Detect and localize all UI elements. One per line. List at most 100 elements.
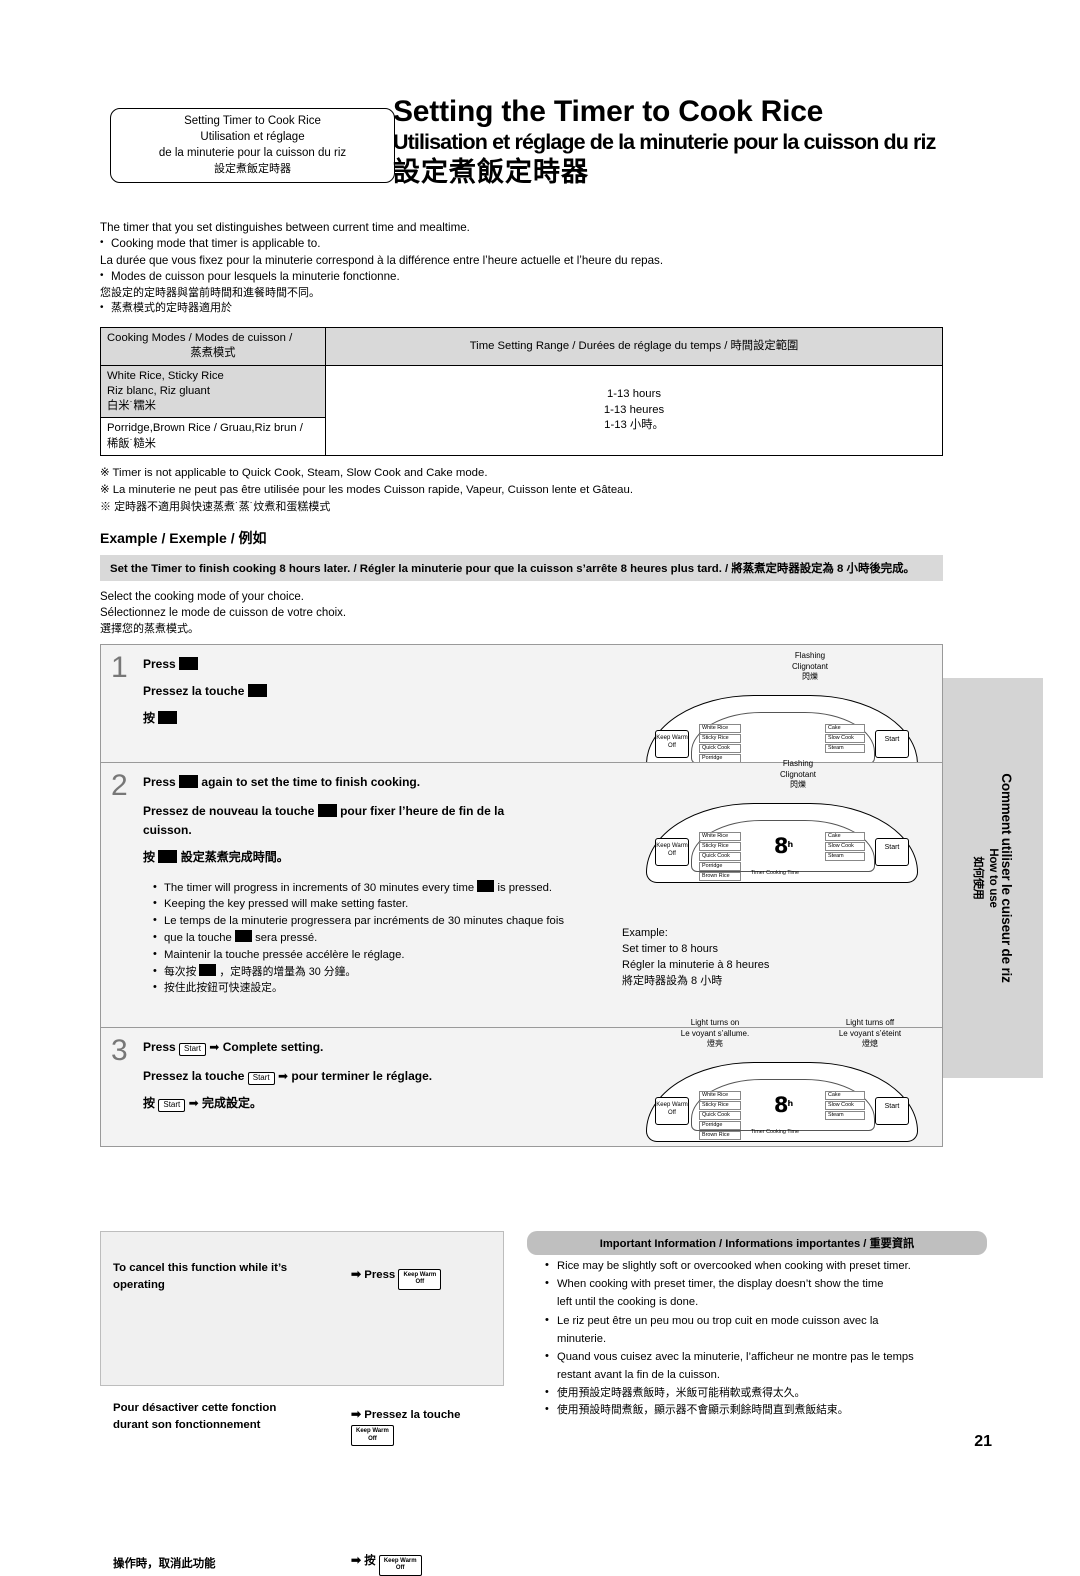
timer-key-icon[interactable] [234, 930, 252, 943]
cancel-fr-text: Pour désactiver cette fonction durant so… [113, 1400, 353, 1433]
note-3-text: 定時器不適用與快速蒸煮˙蒸˙炆煮和蛋糕模式 [114, 501, 331, 513]
keep-warm-off-button[interactable]: Keep Warm Off [655, 1096, 689, 1125]
step2-note-1: The timer will progress in increments of… [153, 879, 621, 897]
important-item: 使用預設時間煮飯，顯示器不會顯示剩餘時間直到煮飯結束。 [545, 1402, 990, 1419]
range-line2: 1-13 heures [603, 403, 665, 416]
timer-key-icon[interactable] [247, 683, 267, 697]
timer-key-icon[interactable] [179, 656, 199, 670]
step-3-number: 3 [111, 1033, 128, 1067]
mode-porridge[interactable]: Porridge [699, 861, 741, 871]
intro-line-4: Modes de cuisson pour lesquels la minute… [100, 269, 980, 285]
mode-cake[interactable]: Cake [825, 831, 865, 841]
timer-key-icon[interactable] [158, 850, 178, 864]
side-index-tab: Comment utiliser le cuiseur de riz How t… [943, 678, 1043, 1078]
important-item: 使用預設定時器煮飯時，米飯可能稍軟或煮得太久。 [545, 1385, 990, 1402]
keep-warm-off-key-icon[interactable]: Keep Warm Off [378, 1554, 422, 1576]
mode-brown-rice[interactable]: Brown Rice [699, 1130, 741, 1140]
off-label: Off [668, 850, 676, 857]
step-1-cn: 按 [143, 711, 156, 726]
table-header-modes-l1: Cooking Modes / Modes de cuisson / [107, 332, 293, 345]
timer-key-icon[interactable] [158, 711, 178, 725]
range-line3: 1-13 小時。 [604, 418, 664, 431]
timer-key-icon[interactable] [179, 774, 199, 788]
step-2: 2 Press again to set the time to finish … [100, 759, 943, 1027]
example-banner: Set the Timer to finish cooking 8 hours … [100, 554, 943, 581]
example-note: Example: Set timer to 8 hours Régler la … [622, 926, 812, 990]
mode-porridge[interactable]: Porridge [699, 1120, 741, 1130]
keep-warm-off-key-icon[interactable]: Keep Warm Off [351, 1425, 394, 1447]
important-info-list: Rice may be slightly soft or overcooked … [545, 1257, 990, 1421]
keep-warm-off-button[interactable]: Keep Warm Off [655, 837, 689, 866]
mode-quick-cook[interactable]: Quick Cook [699, 743, 741, 753]
table-header-row: Cooking Modes / Modes de cuisson / 蒸煮模式 … [100, 327, 943, 366]
page-number: 21 [974, 1433, 992, 1450]
mode-quick-cook[interactable]: Quick Cook [699, 1110, 741, 1120]
mode-slow-cook[interactable]: Slow Cook [825, 841, 865, 851]
panel-1-display [759, 726, 807, 752]
mode-quick-cook[interactable]: Quick Cook [699, 851, 741, 861]
start-key-icon[interactable]: Start [158, 1099, 186, 1112]
mode-sticky-rice[interactable]: Sticky Rice [699, 1100, 741, 1110]
cancel-fr-l2: durant son fonctionnement [113, 1418, 261, 1431]
step-2-fr-post: cuisson. [143, 823, 192, 838]
mode-steam[interactable]: Steam [825, 743, 865, 753]
start-key-icon[interactable]: Start [179, 1042, 206, 1056]
keep-warm-label: Keep Warm [656, 734, 688, 741]
timer-key-icon[interactable] [477, 879, 495, 892]
mode-slow-cook[interactable]: Slow Cook [825, 733, 865, 743]
step2-note-3: Le temps de la minuterie progressera par… [153, 912, 621, 930]
mode-brown-rice[interactable]: Brown Rice [699, 871, 741, 881]
start-button[interactable]: Start [875, 837, 909, 866]
cancel-en-text: To cancel this function while it’s opera… [113, 1260, 353, 1293]
step-2-notes: The timer will progress in increments of… [101, 878, 621, 1007]
mode-1-line1: White Rice, Sticky Rice [107, 369, 224, 382]
mode-steam[interactable]: Steam [825, 1110, 865, 1120]
timer-key-icon[interactable] [199, 964, 217, 977]
keep-warm-off-button[interactable]: Keep Warm Off [655, 729, 689, 758]
step2-note-5-a: 每次按 [164, 966, 197, 979]
table-cell-range: 1-13 hours 1-13 heures 1-13 小時。 [325, 364, 943, 456]
mode-sticky-rice[interactable]: Sticky Rice [699, 733, 741, 743]
start-button[interactable]: Start [875, 1096, 909, 1125]
cancel-cn-action: ➡ 按 Keep Warm Off [351, 1552, 422, 1576]
step-2-cn-pre: 按 [143, 850, 156, 865]
note-2-text: La minuterie ne peut pas être utilisée p… [112, 483, 633, 496]
panel-3-callout-right: Light turns off Le voyant s’éteint 燈熄 [810, 1018, 930, 1050]
panel-2-unit: h [787, 839, 793, 849]
mode-steam[interactable]: Steam [825, 851, 865, 861]
intro-line-3: La durée que vous fixez pour la minuteri… [100, 253, 664, 267]
note-3: ※ 定時器不適用與快速蒸煮˙蒸˙炆煮和蛋糕模式 [100, 501, 331, 513]
timer-cooking-time-label: Timer Cooking Time [751, 869, 800, 876]
start-button[interactable]: Start [875, 729, 909, 758]
timer-key-icon[interactable] [317, 803, 337, 817]
mode-white-rice[interactable]: White Rice [699, 1090, 741, 1100]
panel-3-left-cn: 燈亮 [707, 1039, 723, 1049]
example-note-l2: Set timer to 8 hours [622, 942, 718, 955]
mode-cake[interactable]: Cake [825, 1090, 865, 1100]
keep-warm-off-key-icon[interactable]: Keep Warm Off [398, 1268, 442, 1290]
mode-white-rice[interactable]: White Rice [699, 831, 741, 841]
panel-3-unit: h [787, 1098, 793, 1108]
mode-1-line3: 白米˙糯米 [107, 400, 156, 413]
step-2-number: 2 [111, 768, 128, 802]
cancel-function-box: To cancel this function while it’s opera… [100, 1231, 504, 1576]
select-mode-text: Select the cooking mode of your choice. … [100, 589, 1080, 638]
start-key-icon[interactable]: Start [247, 1071, 275, 1085]
important-item-cont: minuterie. [557, 1332, 607, 1345]
step-1: 1 Press Pressez la touche 按 Flashing Cli… [100, 643, 943, 775]
step-3-en-pre: Press [143, 1039, 176, 1054]
mode-slow-cook[interactable]: Slow Cook [825, 1100, 865, 1110]
cancel-en-l1: To cancel this function while it’s [113, 1262, 288, 1274]
panel-1-callout-en: Flashing [794, 650, 826, 660]
important-item: Le riz peut être un peu mou ou trop cuit… [545, 1312, 990, 1329]
cancel-row-fr: Pour désactiver cette fonction durant so… [101, 1338, 503, 1447]
table-header-modes: Cooking Modes / Modes de cuisson / 蒸煮模式 [100, 327, 326, 366]
mode-white-rice[interactable]: White Rice [699, 723, 741, 733]
select-mode-en: Select the cooking mode of your choice. [100, 590, 304, 603]
side-index-tab-text: Comment utiliser le cuiseur de riz How t… [943, 678, 1043, 1078]
select-mode-cn: 選擇您的蒸煮模式。 [100, 622, 199, 635]
side-tab-cn: 如何使用 [972, 856, 985, 900]
important-item: Rice may be slightly soft or overcooked … [545, 1257, 990, 1274]
mode-cake[interactable]: Cake [825, 723, 865, 733]
mode-sticky-rice[interactable]: Sticky Rice [699, 841, 741, 851]
